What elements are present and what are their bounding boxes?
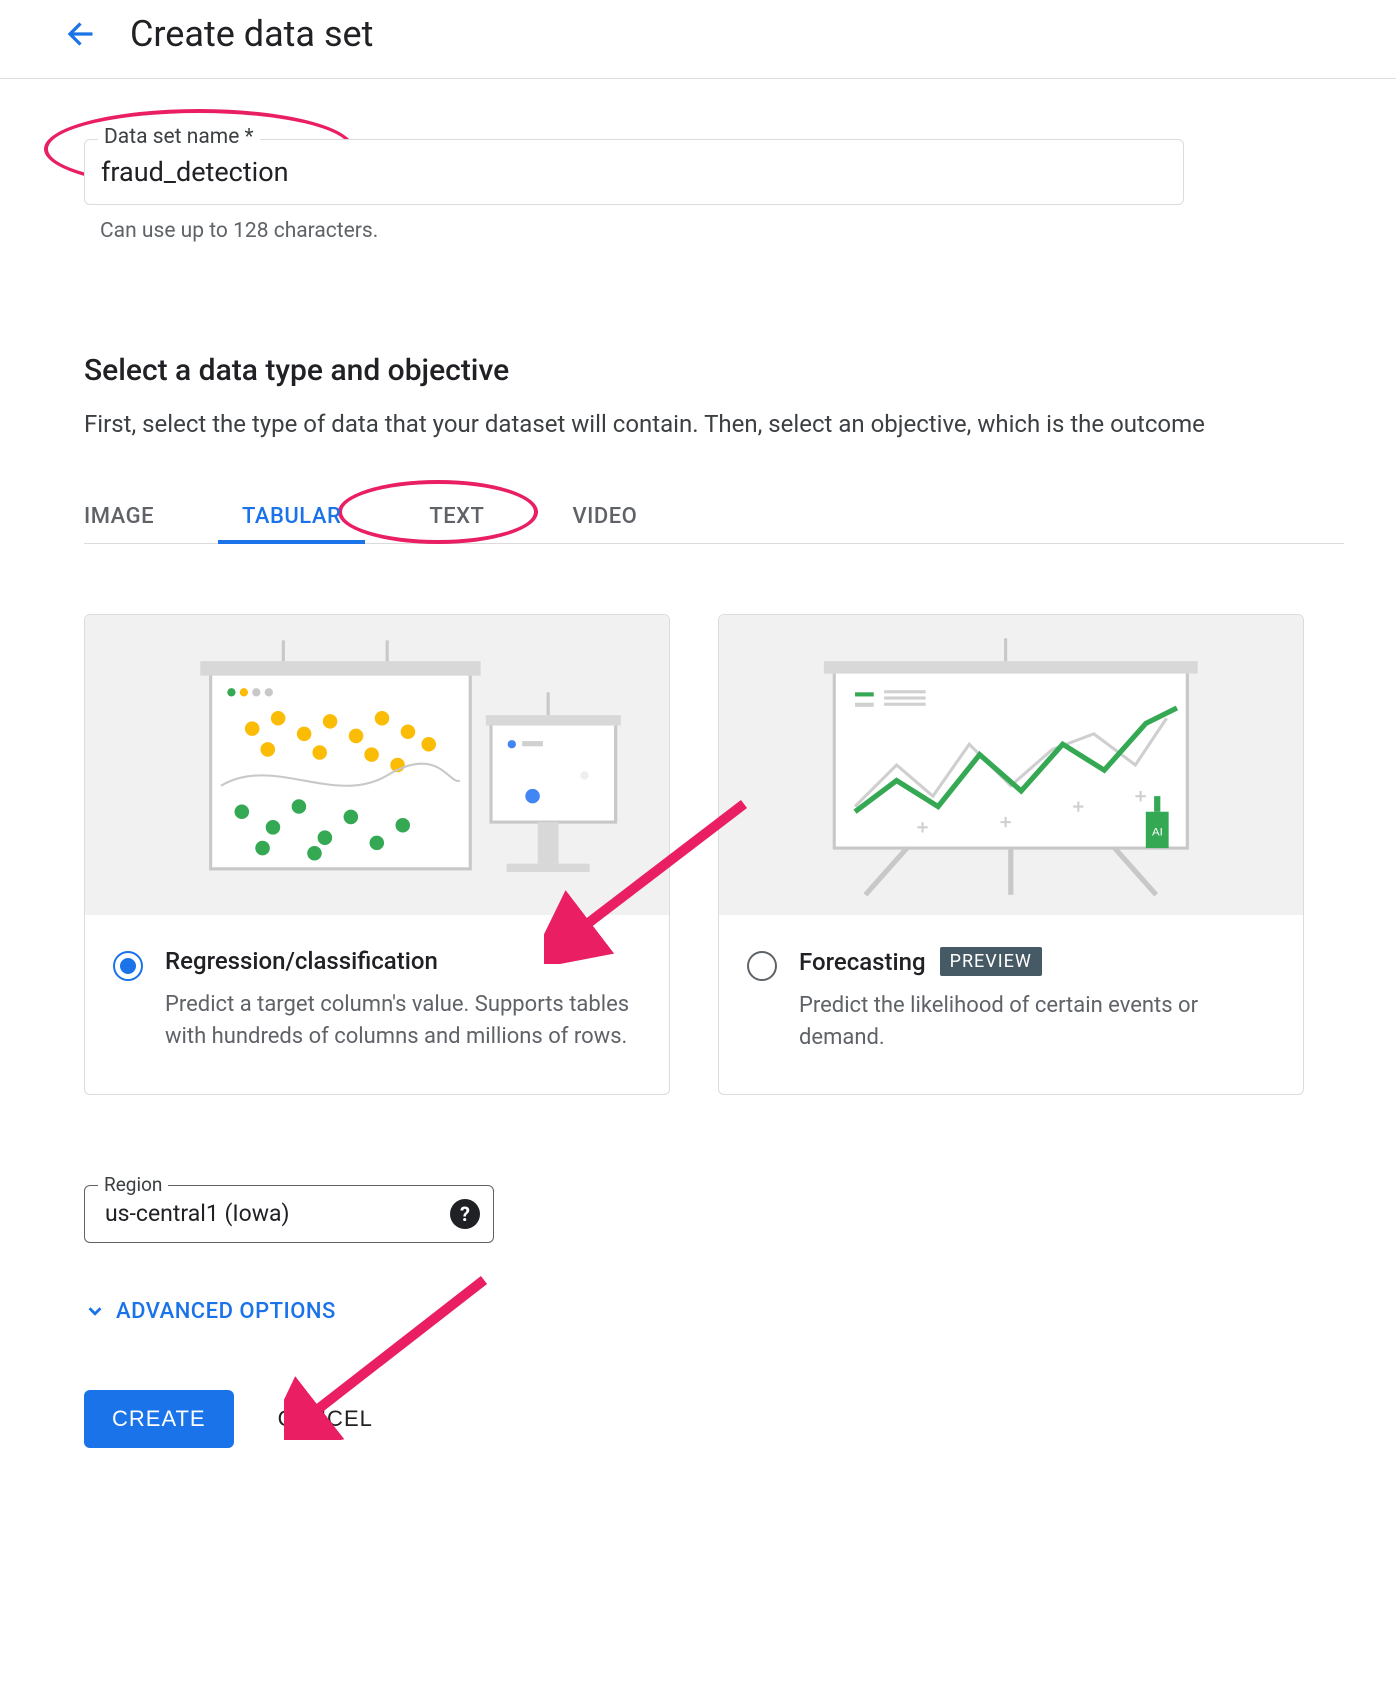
tab-tabular[interactable]: TABULAR [242,490,341,543]
tab-text[interactable]: TEXT [429,490,484,543]
tab-video[interactable]: VIDEO [572,490,637,543]
tab-image[interactable]: IMAGE [84,490,154,543]
radio-regression[interactable] [113,951,143,981]
region-label: Region [98,1173,168,1196]
chevron-down-icon [84,1300,106,1322]
advanced-options-toggle[interactable]: ADVANCED OPTIONS [84,1299,1396,1324]
objective-card-forecasting[interactable]: AI Forecasting PREVIEW [718,614,1304,1095]
card-title-regression: Regression/classification [165,947,438,975]
dataset-name-helper: Can use up to 128 characters. [100,219,1396,243]
section-description: First, select the type of data that your… [84,410,1396,438]
card-illustration: AI [719,615,1303,915]
card-desc-regression: Predict a target column's value. Support… [165,989,641,1053]
help-icon[interactable]: ? [450,1199,480,1229]
objective-card-regression[interactable]: Regression/classification Predict a targ… [84,614,670,1095]
cancel-button[interactable]: CANCEL [278,1406,373,1432]
radio-forecasting[interactable] [747,951,777,981]
preview-badge: PREVIEW [940,947,1042,976]
card-illustration [85,615,669,915]
svg-text:AI: AI [1152,827,1163,839]
card-desc-forecasting: Predict the likelihood of certain events… [799,990,1275,1054]
advanced-options-label: ADVANCED OPTIONS [116,1299,336,1324]
page-title: Create data set [130,13,373,55]
section-title: Select a data type and objective [84,353,1396,388]
create-button[interactable]: CREATE [84,1390,234,1448]
dataset-name-label: Data set name * [98,125,260,149]
region-value: us-central1 (Iowa) [105,1200,290,1227]
back-arrow-icon[interactable] [60,12,104,56]
data-type-tabs: IMAGE TABULAR TEXT VIDEO [84,490,1344,544]
card-title-forecasting: Forecasting [799,948,926,976]
